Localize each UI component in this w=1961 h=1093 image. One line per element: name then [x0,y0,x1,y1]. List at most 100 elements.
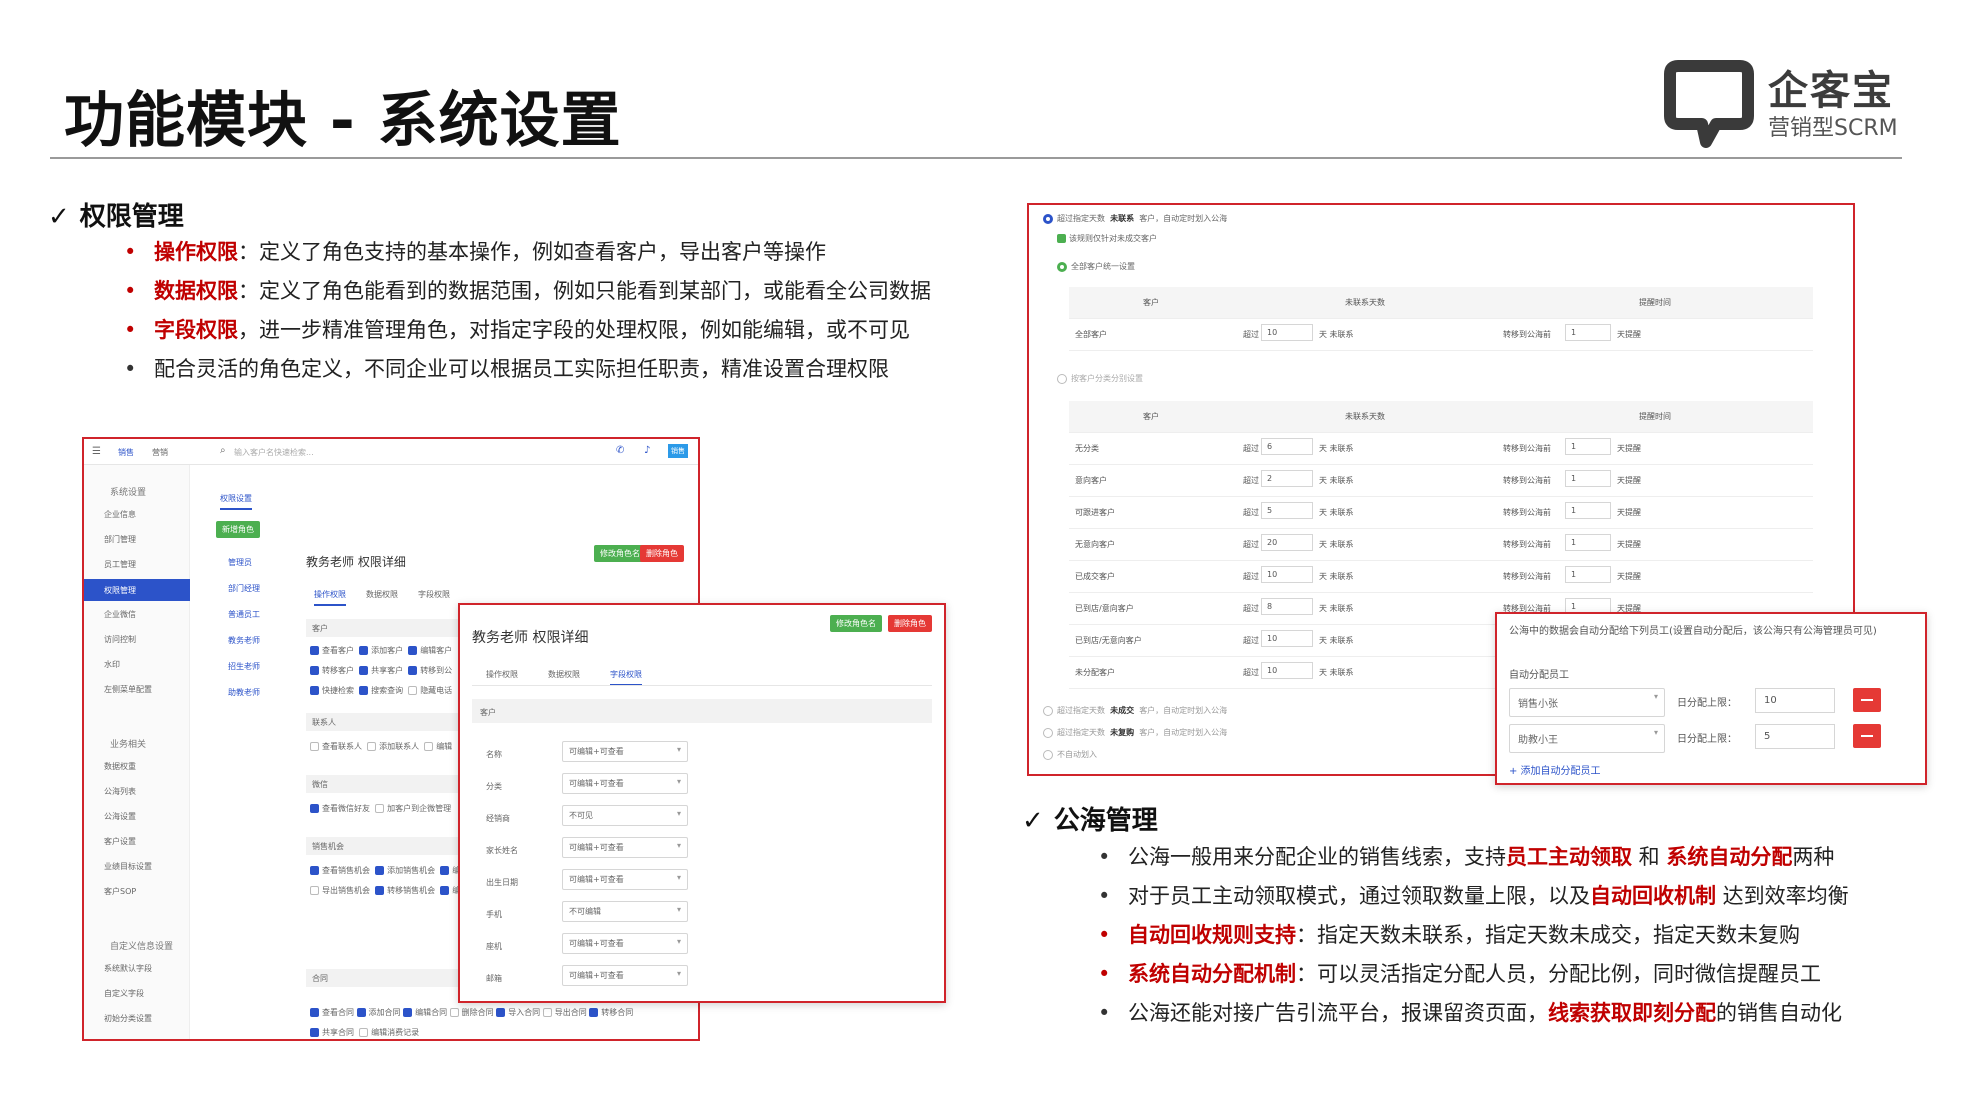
role-item[interactable]: 招生老师 [228,661,260,672]
rule-not-repurchased[interactable]: 超过指定天数 未复购 客户，自动定时划入公海 [1043,727,1227,738]
field-permission-select[interactable]: 不可见 [562,805,688,826]
rule-not-closed[interactable]: 超过指定天数 未成交 客户，自动定时划入公海 [1043,705,1227,716]
remind-input[interactable]: 1 [1565,534,1611,551]
rule-no-auto[interactable]: 不自动划入 [1043,749,1097,760]
remove-staff-button[interactable] [1853,724,1881,748]
perm-row: 共享合同 编辑消费记录 [310,1027,419,1038]
role-item[interactable]: 助教老师 [228,687,260,698]
new-role-button[interactable]: 新增角色 [216,521,260,538]
days-input[interactable]: 10 [1261,566,1313,583]
tab-field[interactable]: 字段权限 [418,589,450,600]
delete-role-button[interactable]: 删除角色 [640,545,684,562]
tab-field[interactable]: 字段权限 [610,669,642,686]
rename-role-button[interactable]: 修改角色名 [830,615,882,632]
sidebar-item[interactable]: 初始分类设置 [104,1013,152,1024]
rule-not-contacted[interactable]: 超过指定天数 未联系 客户，自动定时划入公海 [1043,213,1227,224]
days-input[interactable]: 10 [1261,324,1313,341]
days-input[interactable]: 2 [1261,470,1313,487]
days-input[interactable]: 6 [1261,438,1313,455]
days-input[interactable]: 8 [1261,598,1313,615]
sidebar-item[interactable]: 系统默认字段 [104,963,152,974]
sidebar-item[interactable]: 访问控制 [104,634,136,645]
field-label: 座机 [486,942,502,951]
tab-operation[interactable]: 操作权限 [486,669,518,680]
remind-input[interactable]: 1 [1565,566,1611,583]
sidebar-item-active[interactable]: 权限管理 [84,579,190,601]
perm-row: 查看联系人 添加联系人 编辑 [310,741,452,752]
rename-role-button[interactable]: 修改角色名 [594,545,646,562]
field-permission-select[interactable]: 不可编辑 [562,901,688,922]
tab-data[interactable]: 数据权限 [366,589,398,600]
table-header: 客户 未联系天数 提醒时间 [1069,401,1813,433]
remind-input[interactable]: 1 [1565,502,1611,519]
avatar[interactable]: 销售 [668,444,688,458]
days-input[interactable]: 10 [1261,630,1313,647]
permission-heading: ✓ 权限管理 [48,196,184,233]
sidebar-item[interactable]: 部门管理 [104,534,136,545]
sidebar-item[interactable]: 数据权重 [104,761,136,772]
radio-by-category[interactable]: 按客户分类分别设置 [1057,373,1143,384]
perm-row: 查看微信好友 加客户到企微管理 [310,803,451,814]
days-input[interactable]: 5 [1261,502,1313,519]
field-permission-select[interactable]: 可编辑+可查看 [562,965,688,986]
sidebar-item[interactable]: 员工管理 [104,559,136,570]
tab-permission-settings[interactable]: 权限设置 [220,493,252,510]
tab-operation[interactable]: 操作权限 [314,589,346,606]
role-item[interactable]: 部门经理 [228,583,260,594]
bullet-role-definition: 配合灵活的角色定义，不同企业可以根据员工实际担任职责，精准设置合理权限 [124,350,931,389]
check-mark-icon: ✓ [48,202,70,232]
sidebar-item[interactable]: 公海设置 [104,811,136,822]
bell-icon[interactable]: ♪ [644,445,650,456]
table-row: 全部客户 超过 10 天 未联系 转移到公海前 1 天提醒 [1069,319,1813,351]
nav-sales[interactable]: 销售 [118,447,134,458]
rule-only-unclosed[interactable]: 该规则仅针对未成交客户 [1057,233,1157,244]
role-item[interactable]: 普通员工 [228,609,260,620]
role-item[interactable]: 教务老师 [228,635,260,646]
days-input[interactable]: 10 [1261,662,1313,679]
bullet-text: 配合灵活的角色定义，不同企业可以根据员工实际担任职责，精准设置合理权限 [154,357,889,381]
bullet-sea-recycle: 自动回收规则支持：指定天数未联系，指定天数未成交，指定天数未复购 [1098,916,1849,955]
staff-select[interactable]: 销售小张 [1509,688,1665,717]
remind-input[interactable]: 1 [1565,324,1611,341]
brand-name: 企客宝 [1768,68,1894,114]
remind-input[interactable]: 1 [1565,470,1611,487]
sidebar-item[interactable]: 客户设置 [104,836,136,847]
remove-staff-button[interactable] [1853,688,1881,712]
phone-icon[interactable]: ✆ [616,445,624,456]
sidebar-item[interactable]: 企业微信 [104,609,136,620]
sidebar-item[interactable]: 客户SOP [104,886,136,897]
field-permission-select[interactable]: 可编辑+可查看 [562,869,688,890]
field-permission-select[interactable]: 可编辑+可查看 [562,773,688,794]
search-input[interactable]: 输入客户名快速检索... [234,447,314,458]
sidebar-item[interactable]: 左侧菜单配置 [104,684,152,695]
field-permission-select[interactable]: 可编辑+可查看 [562,933,688,954]
delete-role-button[interactable]: 删除角色 [888,615,932,632]
auto-assign-popup: 公海中的数据会自动分配给下列员工(设置自动分配后，该公海只有公海管理员可见) 自… [1495,612,1927,785]
field-permission-select[interactable]: 可编辑+可查看 [562,837,688,858]
perm-row: 查看销售机会 添加销售机会 编 [310,865,460,876]
add-staff-link[interactable]: + 添加自动分配员工 [1509,762,1601,777]
tab-data[interactable]: 数据权限 [548,669,580,680]
sidebar-item[interactable]: 企业信息 [104,509,136,520]
days-input[interactable]: 20 [1261,534,1313,551]
field-permission-select[interactable]: 可编辑+可查看 [562,741,688,762]
sidebar-item[interactable]: 水印 [104,659,120,670]
permission-bullets: 操作权限：定义了角色支持的基本操作，例如查看客户，导出客户等操作 数据权限：定义… [124,233,931,389]
check-mark-icon: ✓ [1022,806,1044,836]
nav-marketing[interactable]: 营销 [152,447,168,458]
radio-icon [1043,213,1053,224]
search-icon: ⌕ [220,445,226,456]
daily-limit-input[interactable]: 5 [1755,724,1835,749]
radio-all-customers[interactable]: 全部客户统一设置 [1057,261,1135,272]
staff-select[interactable]: 助教小王 [1509,724,1665,753]
sidebar-item[interactable]: 业绩目标设置 [104,861,152,872]
top-nav: ☰ 销售 营销 ⌕ 输入客户名快速检索... ✆ ♪ 销售 [84,439,698,465]
sidebar-item[interactable]: 公海列表 [104,786,136,797]
menu-icon[interactable]: ☰ [92,446,101,457]
role-item[interactable]: 管理员 [228,557,252,568]
sidebar-item[interactable]: 自定义字段 [104,988,144,999]
remind-input[interactable]: 1 [1565,438,1611,455]
radio-icon [1043,705,1053,716]
daily-limit-input[interactable]: 10 [1755,688,1835,713]
bullet-sea-claim: 对于员工主动领取模式，通过领取数量上限，以及自动回收机制 达到效率均衡 [1098,877,1849,916]
